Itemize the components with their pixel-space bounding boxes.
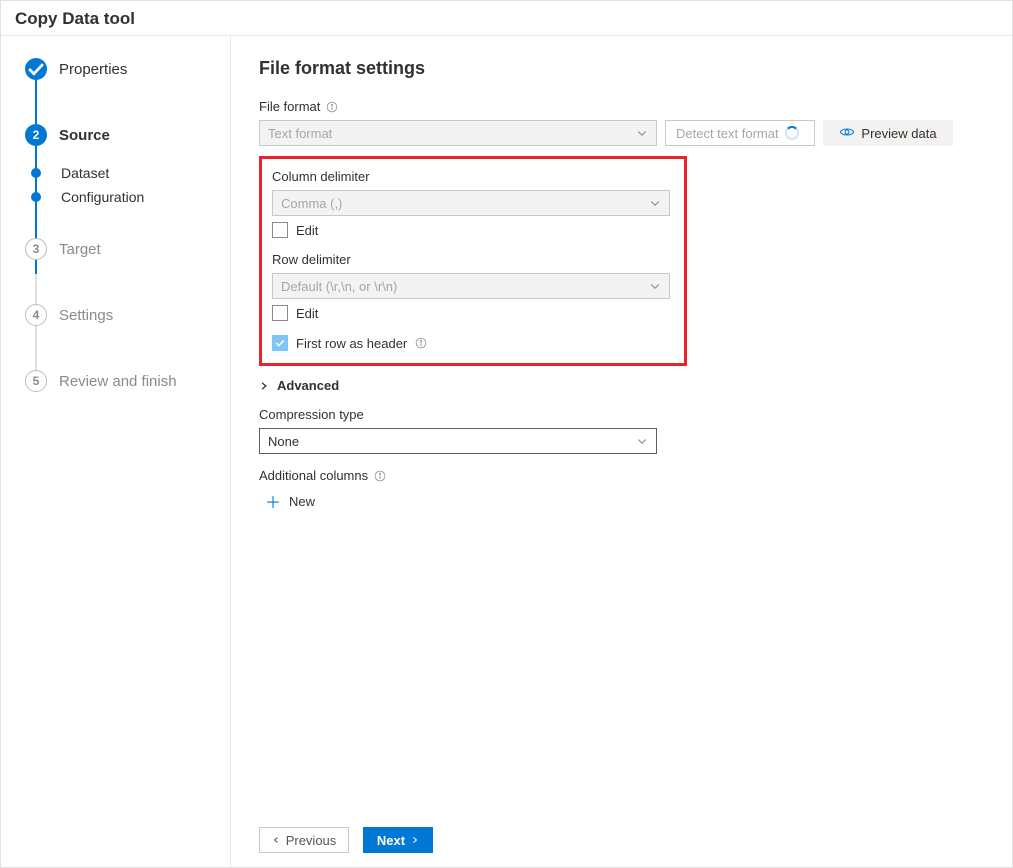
substep-bullet-icon	[31, 168, 41, 178]
first-row-as-header-checkbox[interactable]	[272, 335, 288, 351]
add-new-column-button[interactable]: ＋ New	[259, 489, 984, 513]
column-delimiter-group: Column delimiter Comma (,) Edit	[272, 169, 674, 238]
row-delimiter-edit-checkbox[interactable]	[272, 305, 288, 321]
row-delimiter-group: Row delimiter Default (\r,\n, or \r\n) E…	[272, 252, 674, 321]
chevron-left-icon	[272, 835, 280, 845]
column-delimiter-edit-row: Edit	[272, 222, 674, 238]
wizard-footer: Previous Next	[259, 817, 984, 853]
column-delimiter-select[interactable]: Comma (,)	[272, 190, 670, 216]
compression-type-select[interactable]: None	[259, 428, 657, 454]
step-number-icon: 5	[25, 370, 47, 392]
main-panel: File format settings File format Text fo…	[231, 36, 1012, 867]
step-source[interactable]: 2 Source	[25, 124, 216, 146]
substep-configuration[interactable]: Configuration	[25, 188, 216, 206]
page-title: File format settings	[259, 58, 984, 79]
step-properties[interactable]: Properties	[25, 58, 216, 80]
plus-icon: ＋	[265, 489, 281, 513]
wizard-steps: Properties 2 Source Dataset Configuratio…	[25, 58, 216, 392]
step-label: Properties	[59, 61, 127, 78]
next-button[interactable]: Next	[363, 827, 433, 853]
file-format-select[interactable]: Text format	[259, 120, 657, 146]
row-delimiter-select[interactable]: Default (\r,\n, or \r\n)	[272, 273, 670, 299]
preview-icon	[839, 126, 855, 141]
first-row-as-header-row: First row as header	[272, 335, 674, 351]
chevron-right-icon	[411, 835, 419, 845]
column-delimiter-label: Column delimiter	[272, 169, 674, 184]
edit-label: Edit	[296, 306, 318, 321]
chevron-down-icon	[649, 280, 661, 292]
substep-label: Configuration	[61, 189, 144, 205]
step-settings[interactable]: 4 Settings	[25, 304, 216, 326]
step-label: Settings	[59, 307, 113, 324]
copy-data-tool-window: Copy Data tool Properties 2 Source	[0, 0, 1013, 868]
substep-bullet-icon	[31, 192, 41, 202]
additional-columns-label: Additional columns	[259, 468, 984, 483]
window-title: Copy Data tool	[1, 1, 1012, 36]
step-number-icon: 2	[25, 124, 47, 146]
chevron-right-icon	[259, 381, 269, 391]
substep-label: Dataset	[61, 165, 109, 181]
step-number-icon: 4	[25, 304, 47, 326]
detect-text-format-button[interactable]: Detect text format	[665, 120, 815, 146]
file-format-row: File format Text format Detect text form…	[259, 99, 984, 146]
row-delimiter-label: Row delimiter	[272, 252, 674, 267]
first-row-as-header-label: First row as header	[296, 336, 407, 351]
edit-label: Edit	[296, 223, 318, 238]
info-icon	[326, 101, 338, 113]
row-delimiter-edit-row: Edit	[272, 305, 674, 321]
substep-dataset[interactable]: Dataset	[25, 164, 216, 182]
body: Properties 2 Source Dataset Configuratio…	[1, 36, 1012, 867]
compression-type-label: Compression type	[259, 407, 657, 422]
info-icon	[374, 470, 386, 482]
check-icon	[25, 58, 47, 80]
previous-button[interactable]: Previous	[259, 827, 349, 853]
additional-columns-group: Additional columns ＋ New	[259, 468, 984, 513]
step-label: Source	[59, 127, 110, 144]
step-label: Review and finish	[59, 373, 177, 390]
step-connector-line	[35, 64, 37, 392]
chevron-down-icon	[649, 197, 661, 209]
spinner-icon	[785, 126, 799, 140]
chevron-down-icon	[636, 127, 648, 139]
column-delimiter-edit-checkbox[interactable]	[272, 222, 288, 238]
wizard-sidebar: Properties 2 Source Dataset Configuratio…	[1, 36, 231, 867]
step-label: Target	[59, 241, 101, 258]
compression-type-group: Compression type None	[259, 407, 657, 454]
step-number-icon: 3	[25, 238, 47, 260]
chevron-down-icon	[636, 435, 648, 447]
file-format-label: File format	[259, 99, 657, 114]
preview-data-button[interactable]: Preview data	[823, 120, 953, 146]
advanced-expander[interactable]: Advanced	[259, 378, 984, 393]
info-icon	[415, 337, 427, 349]
step-target[interactable]: 3 Target	[25, 238, 216, 260]
delimiter-settings-highlight: Column delimiter Comma (,) Edit Row deli…	[259, 156, 687, 366]
step-review-and-finish[interactable]: 5 Review and finish	[25, 370, 216, 392]
